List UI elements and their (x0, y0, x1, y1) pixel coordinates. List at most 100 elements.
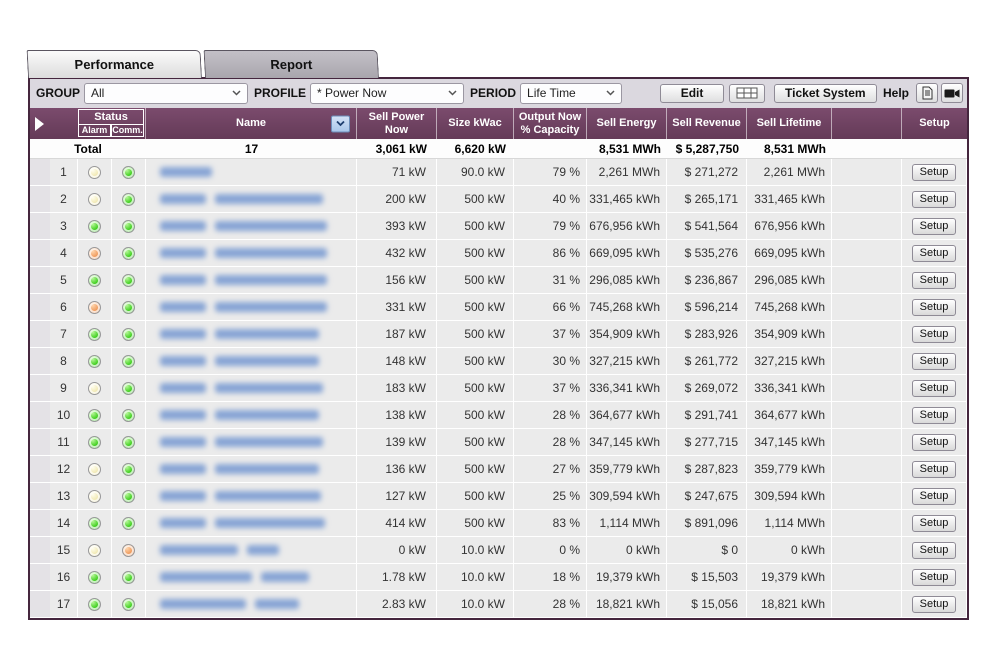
alarm-status-light[interactable] (88, 274, 101, 287)
sell-energy-header[interactable]: Sell Energy (587, 108, 667, 139)
comm-status-light[interactable] (122, 409, 135, 422)
performance-table: Status Alarm Comm. Name Sell Power Now S (30, 108, 967, 618)
site-name-link[interactable] (160, 410, 319, 420)
alarm-status-light[interactable] (88, 598, 101, 611)
comm-status-light[interactable] (122, 517, 135, 530)
tab-report[interactable]: Report (204, 50, 379, 78)
alarm-status-light[interactable] (88, 328, 101, 341)
alarm-status-light[interactable] (88, 463, 101, 476)
comm-status-light[interactable] (122, 436, 135, 449)
comm-status-light[interactable] (122, 382, 135, 395)
setup-button[interactable]: Setup (912, 596, 957, 613)
setup-button[interactable]: Setup (912, 434, 957, 451)
output-pct-header[interactable]: Output Now % Capacity (514, 108, 587, 139)
sell-lifetime-cell: 327,215 kWh (747, 348, 832, 374)
comm-cell (112, 240, 146, 266)
ticket-system-button[interactable]: Ticket System (774, 84, 877, 103)
setup-button[interactable]: Setup (912, 569, 957, 586)
setup-button[interactable]: Setup (912, 326, 957, 343)
name-header[interactable]: Name (146, 108, 357, 139)
site-name-link[interactable] (160, 437, 323, 447)
setup-button[interactable]: Setup (912, 407, 957, 424)
setup-button[interactable]: Setup (912, 488, 957, 505)
site-name-link[interactable] (160, 194, 323, 204)
comm-status-light[interactable] (122, 247, 135, 260)
profile-select[interactable]: * Power Now (310, 83, 464, 104)
alarm-status-light[interactable] (88, 193, 101, 206)
setup-button[interactable]: Setup (912, 515, 957, 532)
site-name-link[interactable] (160, 545, 279, 555)
setup-button[interactable]: Setup (912, 245, 957, 262)
setup-button[interactable]: Setup (912, 218, 957, 235)
comm-status-light[interactable] (122, 463, 135, 476)
alarm-status-light[interactable] (88, 409, 101, 422)
size-cell: 90.0 kW (437, 159, 514, 185)
table-body: 171 kW90.0 kW79 %2,261 MWh$ 271,2722,261… (30, 159, 967, 618)
setup-button[interactable]: Setup (912, 461, 957, 478)
setup-button[interactable]: Setup (912, 164, 957, 181)
site-name-link[interactable] (160, 572, 309, 582)
site-name-link[interactable] (160, 329, 319, 339)
site-name-link[interactable] (160, 275, 327, 285)
row-number: 3 (50, 213, 78, 239)
comm-status-light[interactable] (122, 571, 135, 584)
site-name-cell (146, 429, 357, 455)
sell-power-header[interactable]: Sell Power Now (357, 108, 437, 139)
name-sort-dropdown[interactable] (331, 115, 350, 132)
tab-performance[interactable]: Performance (27, 50, 202, 78)
comm-status-light[interactable] (122, 490, 135, 503)
alarm-status-light[interactable] (88, 166, 101, 179)
alarm-status-light[interactable] (88, 436, 101, 449)
blank-cell (832, 240, 902, 266)
comm-status-light[interactable] (122, 193, 135, 206)
alarm-status-light[interactable] (88, 571, 101, 584)
help-doc-button[interactable] (916, 83, 938, 103)
row-number: 2 (50, 186, 78, 212)
setup-button[interactable]: Setup (912, 542, 957, 559)
group-select[interactable]: All (84, 83, 248, 104)
sell-lifetime-header[interactable]: Sell Lifetime (747, 108, 832, 139)
setup-cell: Setup (902, 348, 967, 374)
grid-view-button[interactable] (729, 84, 765, 103)
comm-status-light[interactable] (122, 328, 135, 341)
site-name-link[interactable] (160, 248, 327, 258)
site-name-link[interactable] (160, 167, 212, 177)
comm-status-light[interactable] (122, 598, 135, 611)
setup-button[interactable]: Setup (912, 299, 957, 316)
comm-status-light[interactable] (122, 166, 135, 179)
alarm-status-light[interactable] (88, 247, 101, 260)
alarm-status-light[interactable] (88, 220, 101, 233)
site-name-link[interactable] (160, 383, 323, 393)
alarm-status-light[interactable] (88, 490, 101, 503)
site-name-cell (146, 186, 357, 212)
comm-status-light[interactable] (122, 301, 135, 314)
size-cell: 500 kW (437, 429, 514, 455)
help-video-button[interactable] (941, 83, 963, 103)
comm-status-light[interactable] (122, 355, 135, 368)
site-name-link[interactable] (160, 221, 327, 231)
site-name-link[interactable] (160, 599, 299, 609)
site-name-link[interactable] (160, 464, 319, 474)
sell-revenue-header[interactable]: Sell Revenue (667, 108, 747, 139)
redacted-name-blob (160, 464, 206, 474)
comm-status-light[interactable] (122, 274, 135, 287)
period-select[interactable]: Life Time (520, 83, 622, 104)
site-name-link[interactable] (160, 491, 321, 501)
alarm-status-light[interactable] (88, 517, 101, 530)
alarm-status-light[interactable] (88, 544, 101, 557)
alarm-status-light[interactable] (88, 355, 101, 368)
alarm-status-light[interactable] (88, 301, 101, 314)
header-arrow-cell[interactable] (30, 108, 50, 139)
comm-status-light[interactable] (122, 544, 135, 557)
alarm-status-light[interactable] (88, 382, 101, 395)
setup-button[interactable]: Setup (912, 191, 957, 208)
site-name-link[interactable] (160, 518, 325, 528)
setup-button[interactable]: Setup (912, 353, 957, 370)
setup-button[interactable]: Setup (912, 380, 957, 397)
site-name-link[interactable] (160, 356, 319, 366)
site-name-link[interactable] (160, 302, 327, 312)
comm-status-light[interactable] (122, 220, 135, 233)
size-header[interactable]: Size kWac (437, 108, 514, 139)
edit-button[interactable]: Edit (660, 84, 724, 103)
setup-button[interactable]: Setup (912, 272, 957, 289)
